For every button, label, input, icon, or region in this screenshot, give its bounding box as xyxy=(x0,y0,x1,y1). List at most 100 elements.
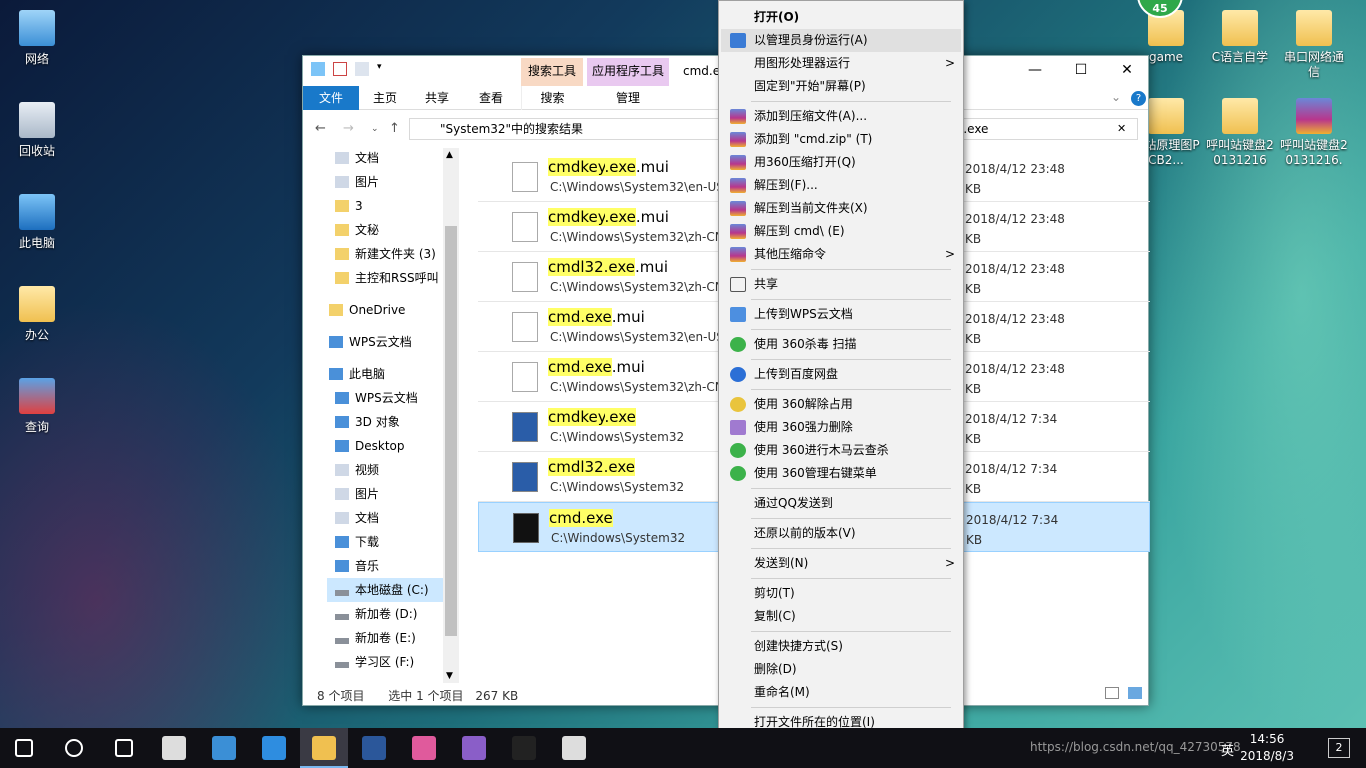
taskbar-item[interactable] xyxy=(100,728,148,768)
taskbar-item[interactable] xyxy=(0,728,48,768)
menu-item[interactable]: 添加到 "cmd.zip" (T) xyxy=(721,128,961,151)
menu-item[interactable]: 通过QQ发送到 xyxy=(721,492,961,515)
menu-item[interactable]: 添加到压缩文件(A)... xyxy=(721,105,961,128)
details-view-icon[interactable] xyxy=(1105,687,1119,699)
taskbar-item[interactable] xyxy=(550,728,598,768)
chevron-down-icon[interactable]: ▾ xyxy=(377,62,385,76)
forward-button[interactable]: → xyxy=(343,121,354,136)
menu-item[interactable]: 发送到(N) > xyxy=(721,552,961,575)
desktop-icon-right-5[interactable]: 呼叫站键盘20131216. xyxy=(1279,98,1349,168)
tab-manage[interactable]: 管理 xyxy=(587,86,669,110)
taskbar-item[interactable] xyxy=(400,728,448,768)
tab-home[interactable]: 主页 xyxy=(363,86,407,110)
desktop-icon-right-2[interactable]: 串口网络通信 xyxy=(1279,10,1349,80)
chevron-down-icon[interactable]: ⌄ xyxy=(1111,90,1121,104)
desktop-icon-1[interactable]: 回收站 xyxy=(5,102,69,159)
tab-view[interactable]: 查看 xyxy=(469,86,513,110)
tab-file[interactable]: 文件 xyxy=(303,86,359,110)
notification-center-icon[interactable]: 2 xyxy=(1328,738,1350,758)
back-button[interactable]: ← xyxy=(315,121,326,136)
nav-item[interactable]: 新加卷 (D:) xyxy=(327,602,443,626)
nav-item[interactable]: 音乐 xyxy=(327,554,443,578)
menu-item[interactable]: 固定到"开始"屏幕(P) xyxy=(721,75,961,98)
maximize-button[interactable]: ☐ xyxy=(1058,56,1104,86)
new-folder-icon[interactable] xyxy=(355,62,369,76)
large-icons-view-icon[interactable] xyxy=(1128,687,1142,699)
nav-item[interactable]: WPS云文档 xyxy=(327,386,443,410)
search-input[interactable]: l.exe xyxy=(953,118,1138,140)
properties-icon[interactable] xyxy=(333,62,347,76)
menu-item[interactable]: 上传到百度网盘 xyxy=(721,363,961,386)
menu-item[interactable]: 用图形处理器运行 > xyxy=(721,52,961,75)
nav-item[interactable]: OneDrive xyxy=(321,298,443,322)
menu-item[interactable]: 删除(D) xyxy=(721,658,961,681)
clock[interactable]: 14:56 2018/8/3 xyxy=(1240,731,1294,765)
taskbar-item[interactable] xyxy=(50,728,98,768)
menu-item[interactable]: 剪切(T) xyxy=(721,582,961,605)
menu-item[interactable]: 用360压缩打开(Q) xyxy=(721,151,961,174)
scroll-up-icon[interactable]: ▲ xyxy=(446,150,453,160)
nav-item[interactable]: 下载 xyxy=(327,530,443,554)
nav-item[interactable]: WPS云文档 xyxy=(321,330,443,354)
menu-item[interactable]: 解压到(F)... xyxy=(721,174,961,197)
menu-item[interactable]: 使用 360杀毒 扫描 xyxy=(721,333,961,356)
menu-item[interactable]: 上传到WPS云文档 xyxy=(721,303,961,326)
desktop-icon-right-1[interactable]: C语言自学 xyxy=(1205,10,1275,65)
desktop-icon-2[interactable]: 此电脑 xyxy=(5,194,69,251)
tab-share[interactable]: 共享 xyxy=(415,86,459,110)
nav-item[interactable]: 学习区 (F:) xyxy=(327,650,443,674)
scroll-down-icon[interactable]: ▼ xyxy=(446,671,453,681)
nav-item[interactable]: 新加卷 (E:) xyxy=(327,626,443,650)
menu-item[interactable]: 复制(C) xyxy=(721,605,961,628)
nav-item[interactable]: 视频 xyxy=(327,458,443,482)
taskbar-item[interactable] xyxy=(200,728,248,768)
desktop-icon-4[interactable]: 查询 xyxy=(5,378,69,435)
address-input[interactable]: "System32"中的搜索结果 xyxy=(409,118,719,140)
menu-item[interactable]: 还原以前的版本(V) xyxy=(721,522,961,545)
nav-item[interactable]: 本地磁盘 (C:) xyxy=(327,578,443,602)
desktop-icon-0[interactable]: 网络 xyxy=(5,10,69,67)
nav-item[interactable]: 文秘 xyxy=(327,218,443,242)
menu-item[interactable]: 使用 360强力删除 xyxy=(721,416,961,439)
tab-search-tools[interactable]: 搜索工具 xyxy=(521,58,583,86)
menu-item[interactable]: 创建快捷方式(S) xyxy=(721,635,961,658)
menu-item[interactable]: 以管理员身份运行(A) xyxy=(721,29,961,52)
help-icon[interactable]: ? xyxy=(1131,91,1146,106)
menu-item[interactable]: 共享 xyxy=(721,273,961,296)
menu-item[interactable]: 使用 360解除占用 xyxy=(721,393,961,416)
nav-item[interactable]: 3 xyxy=(327,194,443,218)
menu-item[interactable]: 解压到 cmd\ (E) xyxy=(721,220,961,243)
menu-item[interactable]: 解压到当前文件夹(X) xyxy=(721,197,961,220)
taskbar-item[interactable] xyxy=(500,728,548,768)
tab-app-tools[interactable]: 应用程序工具 xyxy=(587,58,669,86)
menu-item[interactable]: 重命名(M) xyxy=(721,681,961,704)
clear-search-icon[interactable]: ✕ xyxy=(1117,122,1126,135)
desktop-icon-3[interactable]: 办公 xyxy=(5,286,69,343)
taskbar-item[interactable] xyxy=(150,728,198,768)
nav-item[interactable]: 图片 xyxy=(327,482,443,506)
minimize-button[interactable]: — xyxy=(1012,56,1058,86)
nav-item[interactable]: Desktop xyxy=(327,434,443,458)
ime-indicator[interactable]: 英 xyxy=(1221,740,1234,759)
nav-item[interactable]: 新建文件夹 (3) xyxy=(327,242,443,266)
scrollbar-thumb[interactable] xyxy=(445,226,457,636)
nav-item[interactable]: 图片 xyxy=(327,170,443,194)
taskbar-item[interactable] xyxy=(300,728,348,768)
tab-search[interactable]: 搜索 xyxy=(521,86,583,110)
menu-item[interactable]: 使用 360管理右键菜单 xyxy=(721,462,961,485)
recent-locations-icon[interactable]: ⌄ xyxy=(371,124,379,134)
nav-item[interactable]: 文档 xyxy=(327,146,443,170)
nav-item[interactable]: 此电脑 xyxy=(321,362,443,386)
menu-item[interactable]: 使用 360进行木马云查杀 xyxy=(721,439,961,462)
taskbar-item[interactable] xyxy=(250,728,298,768)
up-button[interactable]: ↑ xyxy=(389,121,400,136)
nav-scrollbar[interactable]: ▲ ▼ xyxy=(443,148,459,683)
nav-item[interactable]: 文档 xyxy=(327,506,443,530)
taskbar-item[interactable] xyxy=(350,728,398,768)
close-button[interactable]: ✕ xyxy=(1104,56,1150,86)
menu-item[interactable]: 其他压缩命令 > xyxy=(721,243,961,266)
nav-item[interactable]: 主控和RSS呼叫 xyxy=(327,266,443,290)
taskbar-item[interactable] xyxy=(450,728,498,768)
desktop-icon-right-4[interactable]: 呼叫站键盘20131216 xyxy=(1205,98,1275,168)
nav-item[interactable]: 3D 对象 xyxy=(327,410,443,434)
